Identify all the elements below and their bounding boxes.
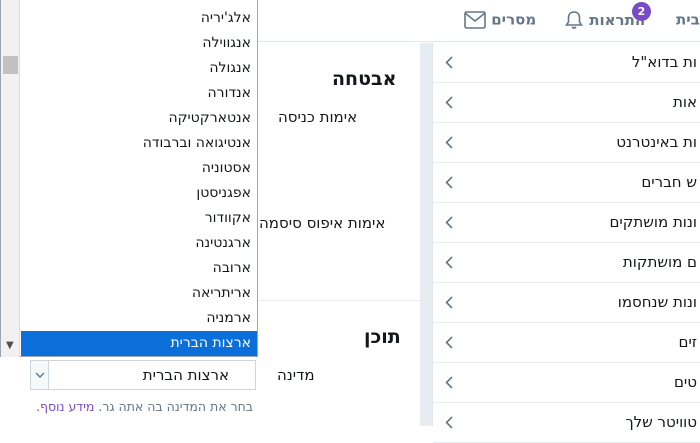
sidebar-item[interactable]: טים xyxy=(433,363,700,403)
chevron-left-icon xyxy=(445,216,453,229)
sidebar-item[interactable]: ונות מושתקים xyxy=(433,203,700,243)
chevron-down-icon xyxy=(35,372,45,378)
dropdown-option[interactable]: אפגניסטן xyxy=(21,181,257,206)
messages-nav-item[interactable]: מסרים xyxy=(464,10,536,29)
password-reset-verification-label[interactable]: אימות איפוס סיסמה xyxy=(259,214,385,232)
sidebar-item-label: אות xyxy=(673,93,697,111)
dropdown-option[interactable]: אריתריאה xyxy=(21,281,257,306)
chevron-left-icon xyxy=(445,416,453,429)
sidebar-item-label: טים xyxy=(673,373,697,391)
sidebar-item-label: טוויטר שלך xyxy=(625,413,697,431)
column-divider xyxy=(420,43,432,426)
envelope-icon xyxy=(464,10,486,29)
chevron-left-icon xyxy=(445,56,453,69)
settings-sidebar: ות בדוא"ל אות ות באינטרנט ש חברים ונות מ… xyxy=(432,43,700,443)
dropdown-option[interactable]: ארגנטינה xyxy=(21,231,257,256)
notifications-nav-item[interactable]: התראות 2 xyxy=(564,2,651,30)
country-label: מדינה xyxy=(277,366,315,384)
sidebar-item[interactable]: ונות שנחסמו xyxy=(433,283,700,323)
sidebar-item[interactable]: ש חברים xyxy=(433,163,700,203)
sidebar-item-label: ם מושתקות xyxy=(622,253,697,271)
dropdown-option[interactable]: אסטוניה xyxy=(21,156,257,181)
sidebar-item[interactable]: ם מושתקות xyxy=(433,243,700,283)
sidebar-item-label: ונות שנחסמו xyxy=(617,293,697,311)
help-text: בחר את המדינה בה אתה גר. xyxy=(98,399,254,414)
sidebar-item-label: ות בדוא"ל xyxy=(631,53,697,71)
chevron-left-icon xyxy=(445,176,453,189)
chevron-left-icon xyxy=(445,336,453,349)
dropdown-option[interactable]: אנגולה xyxy=(21,56,257,81)
section-divider xyxy=(256,300,420,301)
sidebar-item[interactable]: טוויטר שלך xyxy=(433,403,700,443)
country-select[interactable]: ארצות הברית xyxy=(30,360,256,390)
dropdown-option[interactable]: ארמניה xyxy=(21,306,257,331)
messages-label: מסרים xyxy=(491,10,537,29)
sidebar-item[interactable]: זים xyxy=(433,323,700,363)
learn-more-link[interactable]: מידע נוסף. xyxy=(36,399,94,414)
sidebar-item-label: ש חברים xyxy=(641,173,697,191)
scroll-down-arrow-icon[interactable]: ▼ xyxy=(6,340,14,351)
sidebar-item-label: זים xyxy=(678,333,697,351)
dropdown-option[interactable]: אנדורה xyxy=(21,81,257,106)
dropdown-option[interactable]: אלג'יריה xyxy=(21,6,257,31)
dropdown-option[interactable]: אקוודור xyxy=(21,206,257,231)
dropdown-option-selected[interactable]: ארצות הברית xyxy=(21,331,257,356)
select-toggle-button[interactable] xyxy=(31,361,49,389)
bell-icon xyxy=(565,11,583,29)
home-nav-item[interactable]: בית xyxy=(676,10,700,29)
dropdown-option[interactable]: אנטיגואה וברבודה xyxy=(21,131,257,156)
chevron-left-icon xyxy=(445,96,453,109)
sidebar-item-label: ות באינטרנט xyxy=(616,133,697,151)
country-select-value: ארצות הברית xyxy=(142,366,229,384)
country-dropdown-list[interactable]: ▼ אלג'יריה אנגווילה אנגולה אנדורה אנטארק… xyxy=(0,0,258,357)
chevron-left-icon xyxy=(445,376,453,389)
country-help-text: בחר את המדינה בה אתה גר. מידע נוסף. xyxy=(36,399,253,414)
login-verification-label[interactable]: אימות כניסה xyxy=(278,108,357,126)
chevron-left-icon xyxy=(445,136,453,149)
dropdown-option[interactable]: אנגווילה xyxy=(21,31,257,56)
security-section-title: אבטחה xyxy=(332,68,397,90)
sidebar-item[interactable]: ות בדוא"ל xyxy=(433,43,700,83)
sidebar-item[interactable]: ות באינטרנט xyxy=(433,123,700,163)
home-label: בית xyxy=(676,10,700,29)
sidebar-item[interactable]: אות xyxy=(433,83,700,123)
content-section-title: תוכן xyxy=(364,326,401,348)
scrollbar-thumb[interactable] xyxy=(3,56,18,74)
top-navigation-bar: מסרים התראות 2 בית xyxy=(256,0,700,42)
dropdown-option[interactable]: ארובה xyxy=(21,256,257,281)
dropdown-option[interactable]: אנטארקטיקה xyxy=(21,106,257,131)
chevron-left-icon xyxy=(445,296,453,309)
sidebar-item-label: ונות מושתקים xyxy=(609,213,697,231)
dropdown-scrollbar[interactable]: ▼ xyxy=(1,0,20,357)
notifications-count-badge: 2 xyxy=(632,2,651,21)
chevron-left-icon xyxy=(445,256,453,269)
